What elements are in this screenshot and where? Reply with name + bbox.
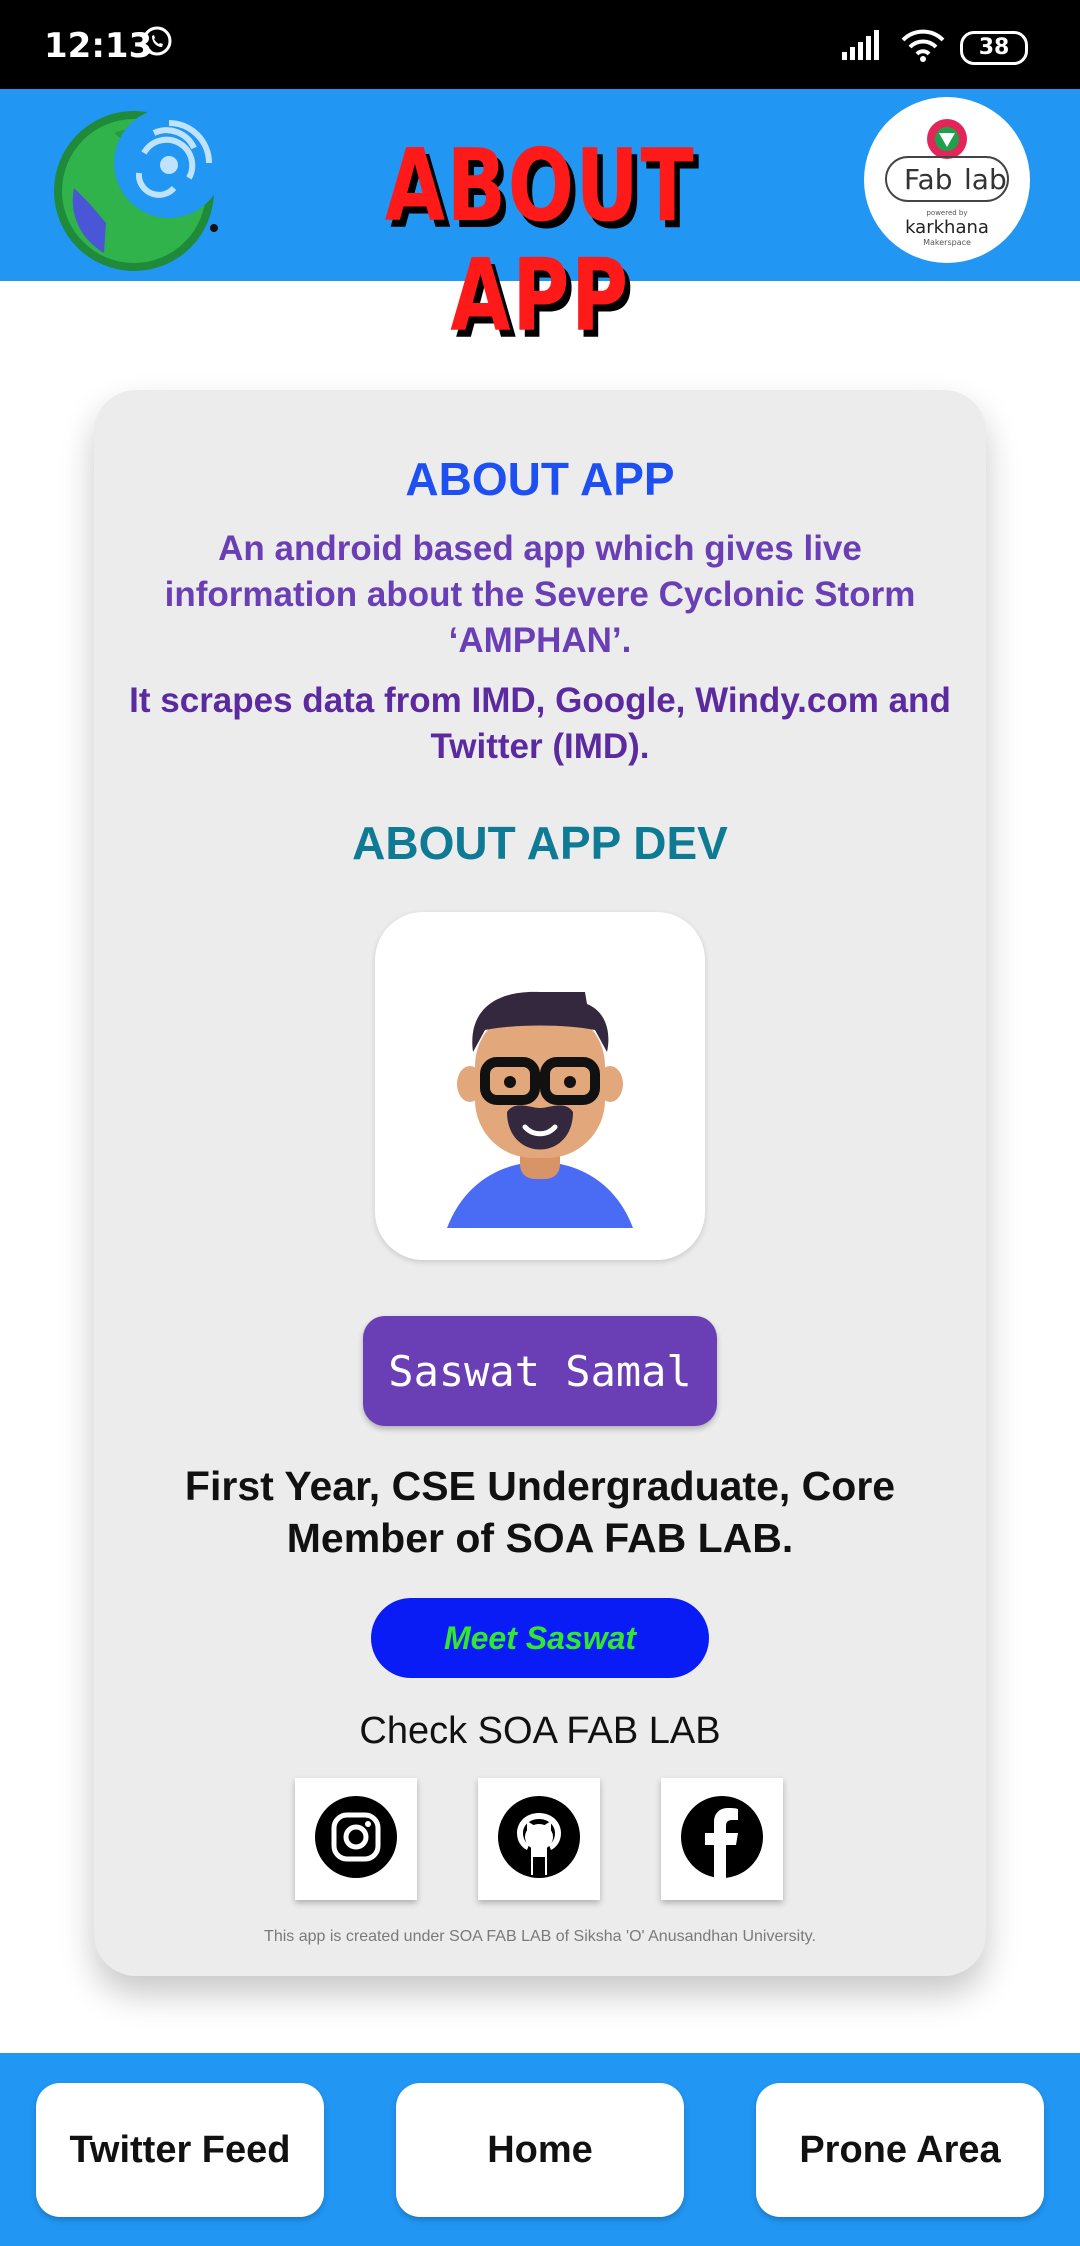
app-header: ABOUT APP Fab lab powered by karkhana Ma… xyxy=(0,89,1080,351)
signal-icon xyxy=(842,30,886,65)
twitter-feed-label: Twitter Feed xyxy=(69,2128,291,2171)
about-app-sources: It scrapes data from IMD, Google, Windy.… xyxy=(129,681,951,766)
status-icons: 38 xyxy=(842,28,1028,67)
fablab-text-lab: lab xyxy=(964,163,1007,196)
meet-saswat-label: Meet Saswat xyxy=(443,1619,637,1656)
wifi-icon xyxy=(900,28,946,67)
about-dev-title: ABOUT APP DEV xyxy=(352,817,728,869)
earth-cyclone-icon xyxy=(44,93,230,279)
status-bar: 12:13 38 xyxy=(0,0,1080,89)
facebook-button[interactable] xyxy=(661,1778,783,1900)
developer-role: First Year, CSE Undergraduate, Core Memb… xyxy=(184,1463,896,1561)
fablab-powered: powered by xyxy=(926,209,967,217)
credit-text: This app is created under SOA FAB LAB of… xyxy=(264,1928,816,1945)
facebook-icon xyxy=(680,1795,764,1884)
fablab-text-fab: Fab xyxy=(904,163,952,196)
prone-area-button[interactable]: Prone Area xyxy=(756,2083,1044,2217)
battery-icon: 38 xyxy=(960,30,1028,65)
twitter-feed-button[interactable]: Twitter Feed xyxy=(36,2083,324,2217)
about-app-description: An android based app which gives live in… xyxy=(164,529,916,660)
github-button[interactable] xyxy=(478,1778,600,1900)
home-button[interactable]: Home xyxy=(396,2083,684,2217)
about-card: ABOUT APP An android based app which giv… xyxy=(94,390,986,1976)
developer-avatar-icon xyxy=(375,912,705,1260)
home-label: Home xyxy=(487,2128,593,2171)
status-time: 12:13 xyxy=(44,26,153,66)
developer-name: Saswat Samal xyxy=(388,1346,692,1396)
prone-area-label: Prone Area xyxy=(799,2128,1001,2171)
header-title: ABOUT APP xyxy=(384,127,696,354)
meet-saswat-button[interactable]: Meet Saswat xyxy=(371,1598,709,1678)
about-app-title: ABOUT APP xyxy=(405,453,675,505)
instagram-button[interactable] xyxy=(295,1778,417,1900)
developer-name-button[interactable]: Saswat Samal xyxy=(363,1316,717,1426)
instagram-icon xyxy=(314,1795,398,1884)
github-icon xyxy=(497,1795,581,1884)
battery-level: 38 xyxy=(978,35,1010,60)
bottom-nav: Twitter Feed Home Prone Area xyxy=(0,2053,1080,2246)
fablab-logo[interactable]: Fab lab powered by karkhana Makerspace xyxy=(864,97,1030,263)
fablab-sub: Makerspace xyxy=(923,238,971,247)
check-fablab-label: Check SOA FAB LAB xyxy=(359,1710,721,1752)
fablab-brand: karkhana xyxy=(905,217,989,238)
whatsapp-icon xyxy=(140,25,174,64)
